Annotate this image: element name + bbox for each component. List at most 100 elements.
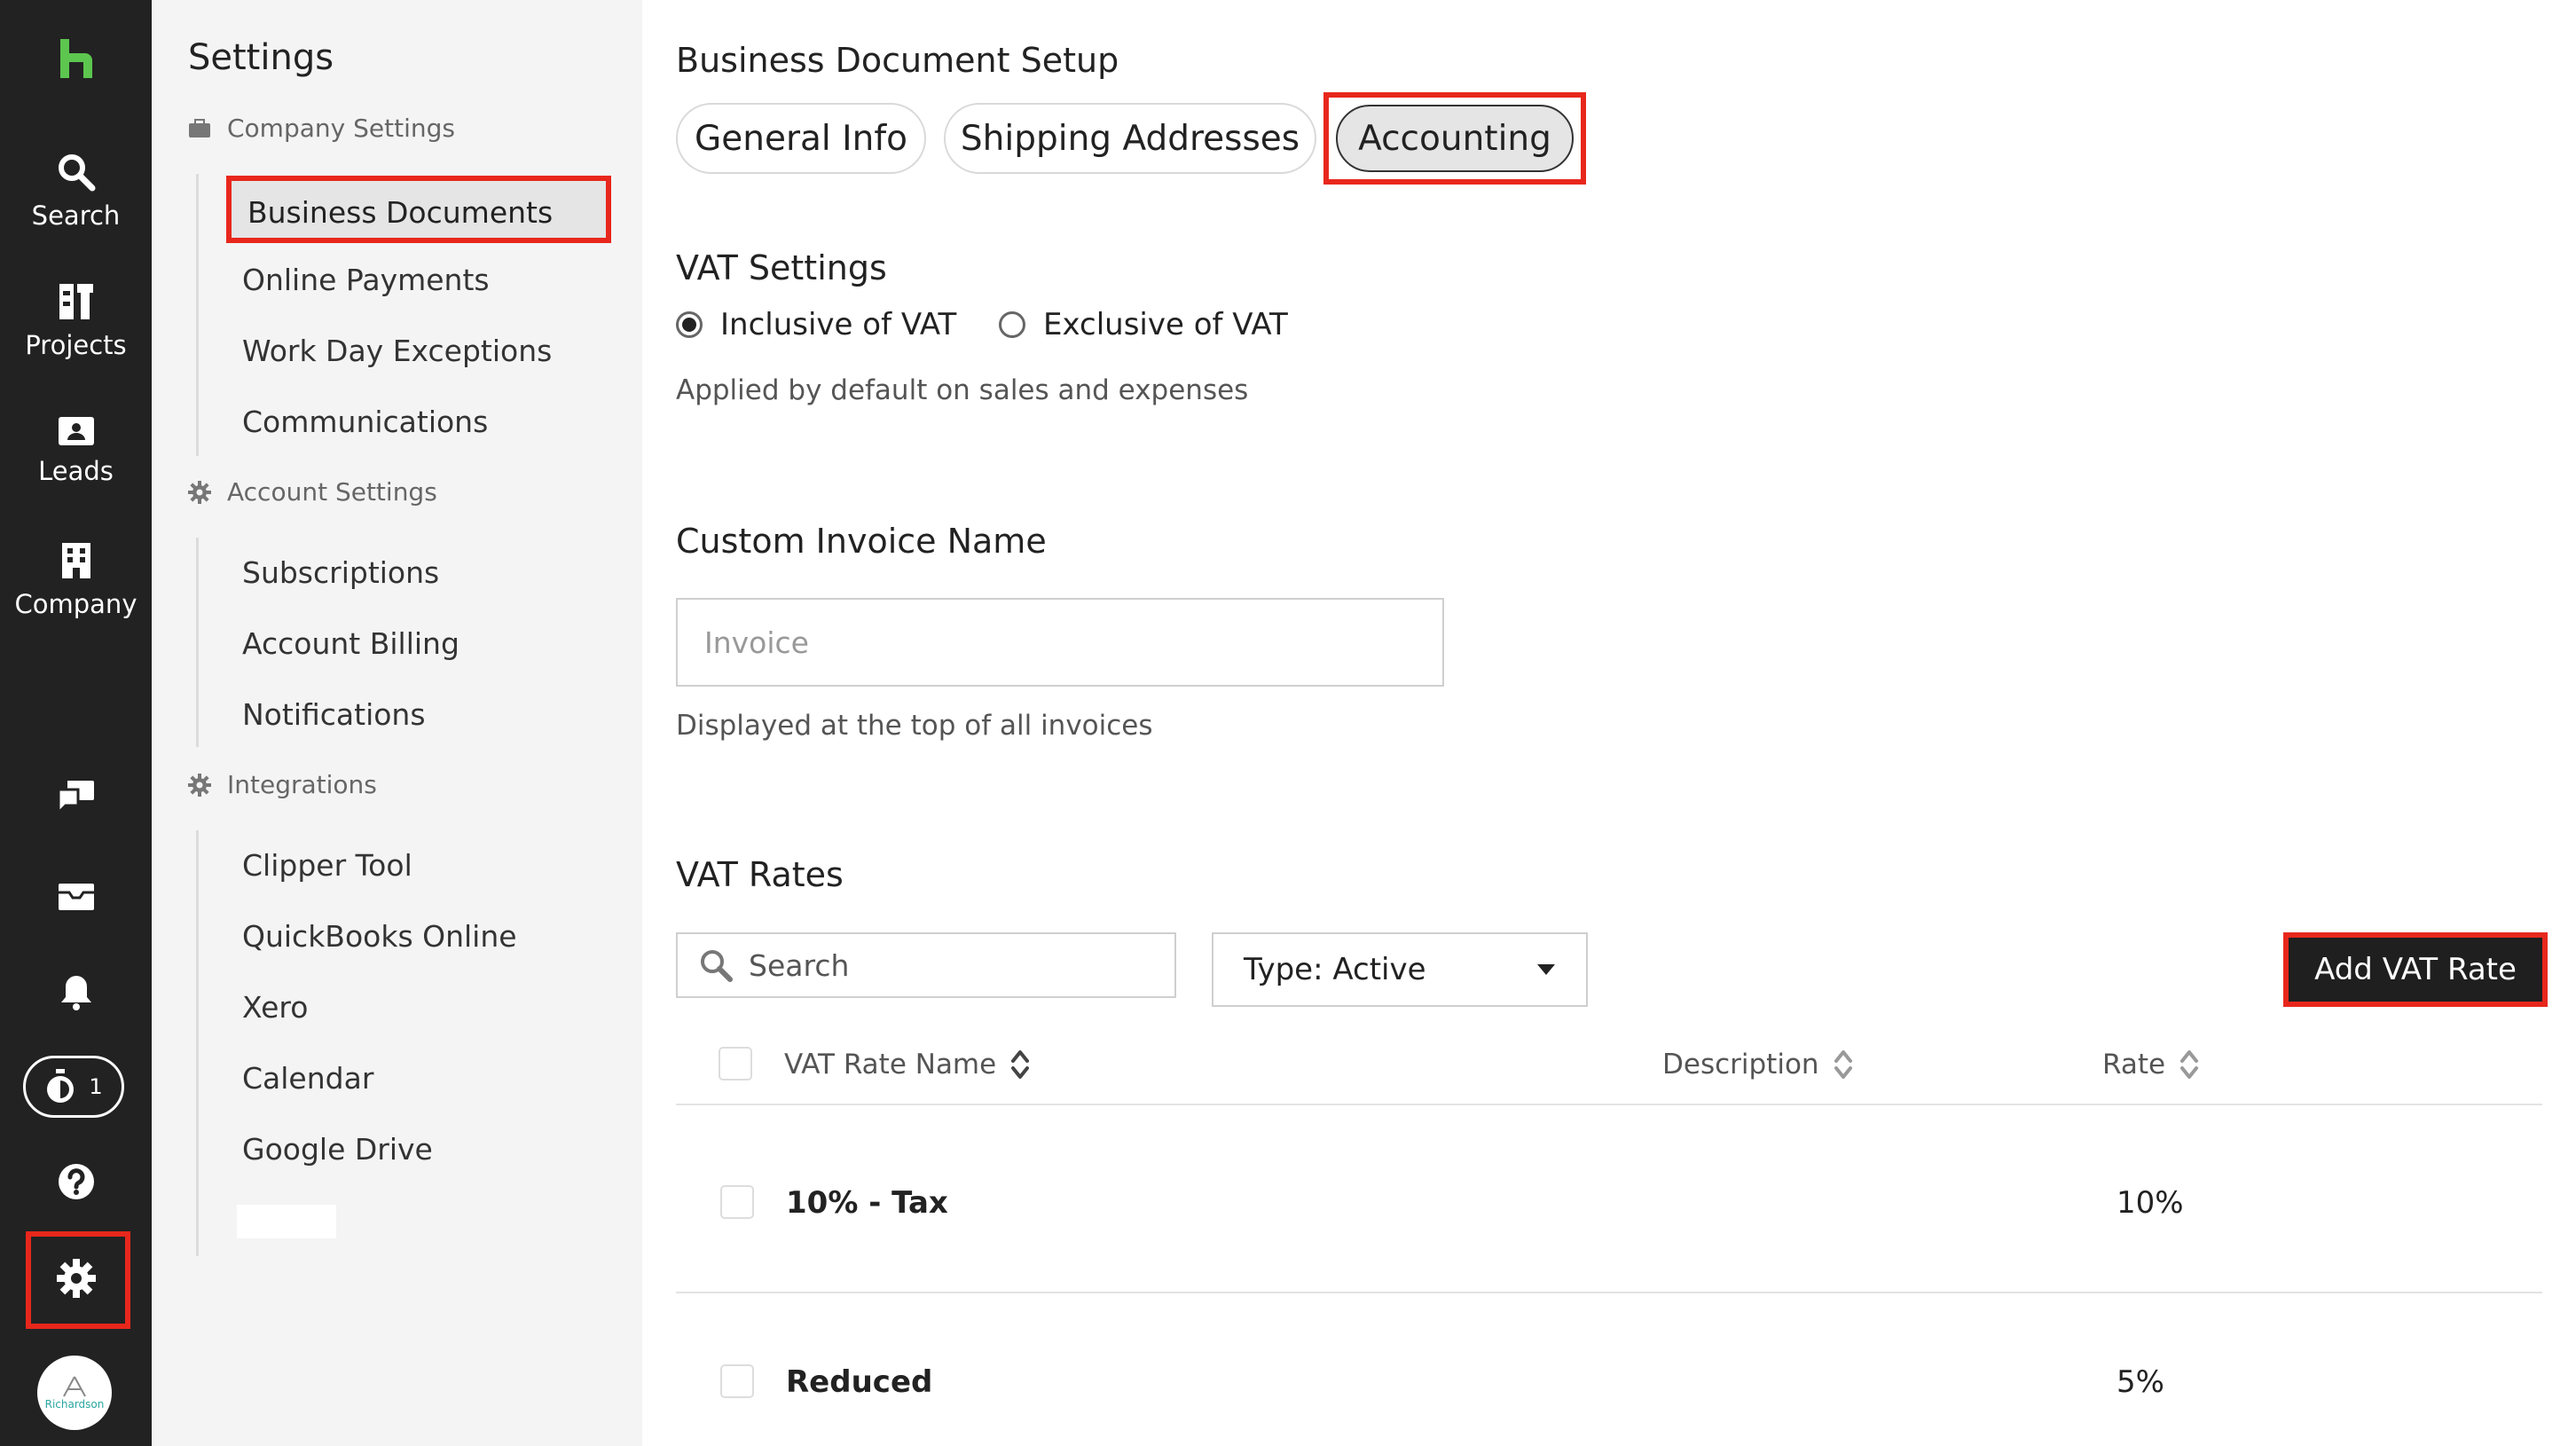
group-line <box>196 538 199 747</box>
account-settings-label: Account Settings <box>227 477 437 507</box>
rail-company[interactable]: Company <box>0 541 152 619</box>
left-rail: Search Projects Leads Company 1 Richards… <box>0 0 152 1446</box>
add-vat-rate-button[interactable]: Add VAT Rate <box>2283 932 2548 1007</box>
nav-subscriptions[interactable]: Subscriptions <box>242 555 439 590</box>
column-header-rate-label: Rate <box>2102 1049 2166 1081</box>
custom-invoice-input[interactable] <box>678 600 1442 685</box>
search-icon <box>58 154 95 192</box>
company-icon <box>61 543 90 578</box>
stopwatch-icon <box>47 1069 75 1103</box>
page-title: Business Document Setup <box>676 41 1119 80</box>
projects-icon <box>59 284 93 319</box>
row-rate: 10% <box>2117 1185 2184 1221</box>
rail-company-label: Company <box>14 589 137 619</box>
type-filter-value: Type: Active <box>1244 952 1426 987</box>
radio-inclusive-label: Inclusive of VAT <box>720 307 957 342</box>
sort-icon <box>1011 1050 1030 1079</box>
rail-notifications[interactable] <box>0 972 152 1011</box>
custom-invoice-heading: Custom Invoice Name <box>676 522 1047 561</box>
help-icon <box>58 1164 94 1199</box>
rail-leads[interactable]: Leads <box>0 415 152 486</box>
rail-search-label: Search <box>31 200 121 231</box>
brand-logo[interactable] <box>0 39 152 78</box>
tab-general-info[interactable]: General Info <box>676 103 926 174</box>
type-filter-select[interactable]: Type: Active <box>1212 932 1588 1007</box>
radio-exclusive-vat[interactable]: Exclusive of VAT <box>999 307 1288 342</box>
table-divider <box>676 1104 2542 1105</box>
radio-exclusive-label: Exclusive of VAT <box>1043 307 1288 342</box>
rail-timer[interactable]: 1 <box>23 1056 124 1118</box>
integrations-heading: Integrations <box>188 770 377 799</box>
nav-business-documents-label: Business Documents <box>247 195 554 230</box>
company-settings-label: Company Settings <box>227 114 455 143</box>
group-line <box>196 830 199 1256</box>
radio-exclusive-control[interactable] <box>999 311 1025 338</box>
chat-icon <box>57 781 94 814</box>
table-divider <box>676 1292 2542 1293</box>
vat-settings-heading: VAT Settings <box>676 248 887 287</box>
nav-placeholder <box>237 1205 336 1238</box>
rail-inbox[interactable] <box>0 882 152 912</box>
row-checkbox[interactable] <box>720 1185 754 1219</box>
leads-icon <box>58 417 94 445</box>
gear-small-icon <box>188 480 211 504</box>
rail-leads-label: Leads <box>38 456 114 486</box>
rail-search[interactable]: Search <box>0 153 152 231</box>
nav-xero[interactable]: Xero <box>242 990 308 1025</box>
user-avatar[interactable]: Richardson <box>37 1356 112 1430</box>
column-header-description[interactable]: Description <box>1662 1049 1853 1081</box>
column-header-name-label: VAT Rate Name <box>784 1049 997 1081</box>
gear-icon <box>56 1259 96 1298</box>
nav-notifications[interactable]: Notifications <box>242 697 426 732</box>
column-header-name[interactable]: VAT Rate Name <box>784 1049 1030 1081</box>
nav-account-billing[interactable]: Account Billing <box>242 626 459 661</box>
rail-projects[interactable]: Projects <box>0 282 152 360</box>
rail-settings[interactable] <box>0 1258 152 1299</box>
account-settings-heading: Account Settings <box>188 477 437 507</box>
company-settings-heading: Company Settings <box>188 114 455 143</box>
nav-quickbooks-online[interactable]: QuickBooks Online <box>242 919 517 954</box>
nav-online-payments[interactable]: Online Payments <box>242 263 490 297</box>
integrations-label: Integrations <box>227 770 377 799</box>
inbox-icon <box>58 884 94 910</box>
sort-icon <box>2180 1050 2199 1079</box>
search-icon <box>701 950 733 982</box>
row-name: 10% - Tax <box>786 1185 948 1221</box>
nav-business-documents[interactable]: Business Documents <box>226 176 611 243</box>
vat-search-input[interactable] <box>749 934 1174 996</box>
row-name: Reduced <box>786 1364 933 1400</box>
sort-icon <box>1834 1050 1852 1079</box>
column-header-description-label: Description <box>1662 1049 1819 1081</box>
column-header-rate[interactable]: Rate <box>2102 1049 2199 1081</box>
row-rate: 5% <box>2117 1364 2164 1400</box>
row-checkbox[interactable] <box>720 1364 754 1398</box>
nav-calendar[interactable]: Calendar <box>242 1061 373 1096</box>
radio-inclusive-vat[interactable]: Inclusive of VAT <box>676 307 956 342</box>
brand-logo-icon <box>59 39 92 78</box>
nav-work-day-exceptions[interactable]: Work Day Exceptions <box>242 334 552 368</box>
group-line <box>196 174 199 456</box>
tab-accounting[interactable]: Accounting <box>1336 105 1574 172</box>
custom-invoice-helper: Displayed at the top of all invoices <box>676 710 1153 742</box>
rail-projects-label: Projects <box>25 330 127 360</box>
nav-communications[interactable]: Communications <box>242 405 488 439</box>
tab-shipping-addresses[interactable]: Shipping Addresses <box>944 103 1316 174</box>
select-all-checkbox[interactable] <box>719 1047 752 1081</box>
vat-search-wrapper <box>676 932 1176 998</box>
nav-google-drive[interactable]: Google Drive <box>242 1132 433 1167</box>
settings-panel: Settings Company Settings Business Docum… <box>152 0 642 1446</box>
avatar-text: Richardson <box>44 1398 105 1411</box>
settings-title: Settings <box>188 37 334 78</box>
custom-invoice-field-wrapper <box>676 598 1444 687</box>
caret-down-icon <box>1537 964 1555 975</box>
vat-rates-heading: VAT Rates <box>676 855 844 894</box>
vat-settings-helper: Applied by default on sales and expenses <box>676 374 1249 406</box>
timer-count: 1 <box>89 1074 103 1099</box>
rail-help[interactable] <box>0 1162 152 1201</box>
radio-inclusive-control[interactable] <box>676 311 703 338</box>
avatar-logo-icon <box>63 1376 86 1397</box>
briefcase-icon <box>189 118 210 138</box>
bell-icon <box>60 976 91 1010</box>
nav-clipper-tool[interactable]: Clipper Tool <box>242 848 412 883</box>
rail-messages[interactable] <box>0 779 152 814</box>
